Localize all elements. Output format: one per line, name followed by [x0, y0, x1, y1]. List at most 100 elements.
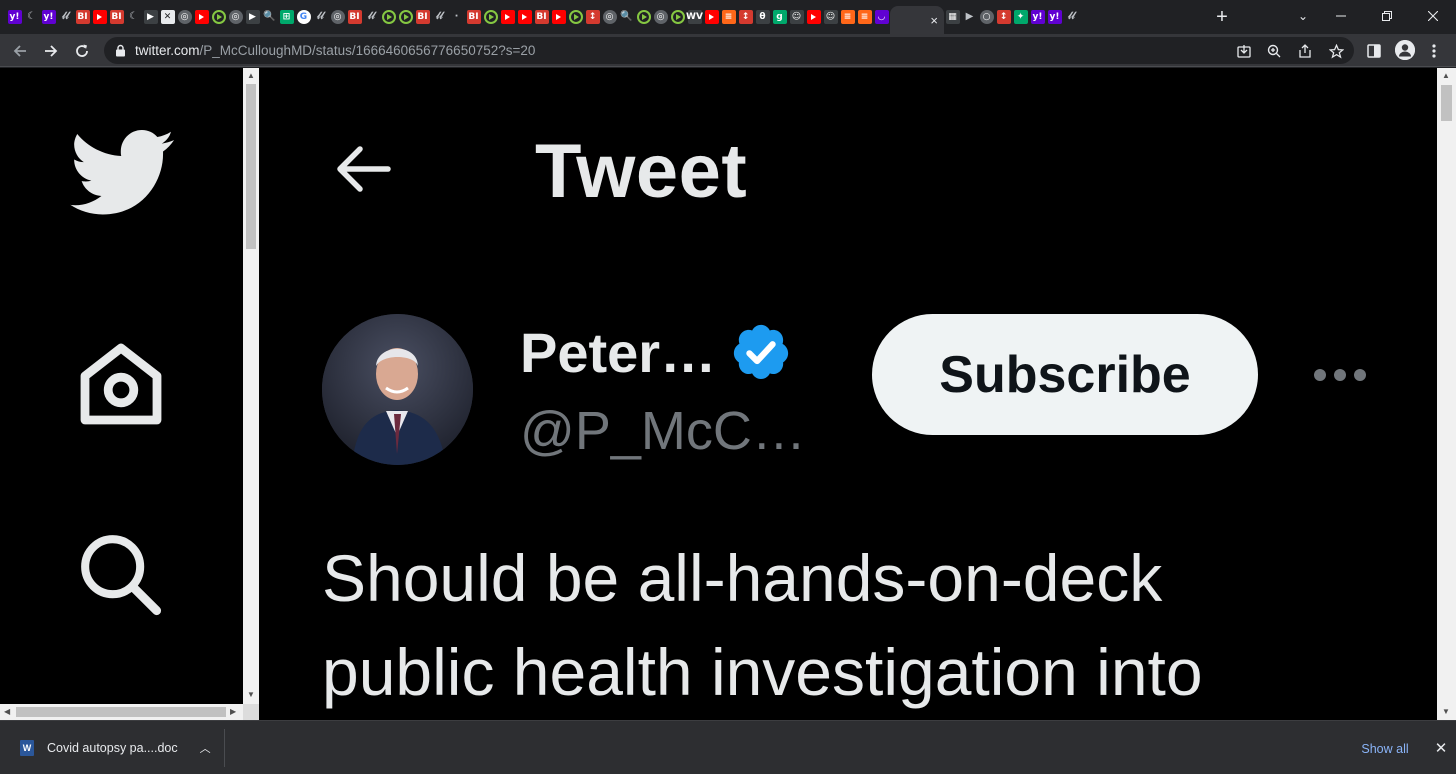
browser-tab[interactable]: θ: [754, 6, 771, 28]
browser-tab[interactable]: ▶: [142, 6, 159, 28]
scroll-left-arrow-icon[interactable]: ◀: [4, 708, 10, 716]
scrollbar-thumb[interactable]: [16, 707, 226, 717]
browser-tab[interactable]: [805, 6, 822, 28]
left-pane-vertical-scrollbar[interactable]: ▲ ▼: [243, 68, 259, 704]
browser-tab[interactable]: [91, 6, 108, 28]
scroll-up-arrow-icon[interactable]: ▲: [247, 72, 255, 80]
forward-button[interactable]: [38, 38, 64, 64]
browser-tab[interactable]: BI: [74, 6, 91, 28]
active-browser-tab[interactable]: ×: [890, 6, 944, 34]
zoom-icon[interactable]: [1265, 42, 1283, 60]
browser-tab[interactable]: y!: [40, 6, 57, 28]
browser-tab[interactable]: y!: [6, 6, 23, 28]
browser-tab[interactable]: 𝓁𝓁: [1063, 6, 1080, 28]
profile-avatar-icon[interactable]: [1395, 40, 1415, 60]
side-panel-icon[interactable]: [1364, 41, 1384, 61]
show-all-button[interactable]: Show all: [1352, 736, 1418, 762]
scroll-down-arrow-icon[interactable]: ▼: [247, 691, 255, 699]
browser-tab[interactable]: [635, 6, 652, 28]
browser-tab[interactable]: BI: [533, 6, 550, 28]
browser-tab[interactable]: [567, 6, 584, 28]
browser-tab[interactable]: ◎: [652, 6, 669, 28]
browser-tab[interactable]: ☾: [125, 6, 142, 28]
browser-tab[interactable]: y!: [1029, 6, 1046, 28]
browser-tab[interactable]: ⊞: [278, 6, 295, 28]
browser-tab[interactable]: ▶: [244, 6, 261, 28]
browser-tab[interactable]: ▦: [944, 6, 961, 28]
browser-tab[interactable]: ≡: [839, 6, 856, 28]
browser-tab[interactable]: ↕: [995, 6, 1012, 28]
share-icon[interactable]: [1296, 42, 1314, 60]
scroll-up-arrow-icon[interactable]: ▲: [1442, 72, 1450, 80]
browser-tab[interactable]: ✦: [1012, 6, 1029, 28]
subscribe-button[interactable]: Subscribe: [872, 314, 1258, 435]
browser-tab[interactable]: g: [771, 6, 788, 28]
download-item[interactable]: W Covid autopsy pa....doc ︿: [12, 729, 211, 767]
scroll-down-arrow-icon[interactable]: ▼: [1442, 708, 1450, 716]
minimize-button[interactable]: [1318, 0, 1364, 32]
left-pane-horizontal-scrollbar[interactable]: ◀ ▶: [0, 704, 243, 720]
scrollbar-thumb[interactable]: [1441, 85, 1452, 121]
main-vertical-scrollbar[interactable]: ▲ ▼: [1437, 68, 1456, 720]
scrollbar-thumb[interactable]: [246, 84, 256, 249]
back-arrow-icon[interactable]: [332, 144, 392, 194]
url-text[interactable]: twitter.com/P_McCulloughMD/status/166646…: [135, 43, 535, 58]
browser-tab[interactable]: [210, 6, 227, 28]
browser-tab[interactable]: ◡: [873, 6, 890, 28]
browser-tab[interactable]: [193, 6, 210, 28]
browser-tab[interactable]: [482, 6, 499, 28]
restore-button[interactable]: [1364, 0, 1410, 32]
tab-close-icon[interactable]: ×: [930, 13, 938, 28]
browser-tab[interactable]: BI: [346, 6, 363, 28]
address-bar[interactable]: twitter.com/P_McCulloughMD/status/166646…: [104, 37, 1354, 64]
browser-tab[interactable]: ☾: [23, 6, 40, 28]
browser-tab[interactable]: ↕: [737, 6, 754, 28]
browser-tab[interactable]: 𝓁𝓁: [57, 6, 74, 28]
tab-search-icon[interactable]: ⌄: [1292, 6, 1314, 26]
browser-tab[interactable]: 🔍: [618, 6, 635, 28]
browser-tab[interactable]: ≡: [856, 6, 873, 28]
browser-tab[interactable]: ☺: [788, 6, 805, 28]
browser-tab[interactable]: BI: [414, 6, 431, 28]
browser-tab[interactable]: 𝓁𝓁: [312, 6, 329, 28]
browser-tab[interactable]: WV: [686, 6, 703, 28]
browser-tab[interactable]: y!: [1046, 6, 1063, 28]
browser-tab[interactable]: ◎: [176, 6, 193, 28]
browser-tab[interactable]: G: [295, 6, 312, 28]
browser-tab[interactable]: ✕: [159, 6, 176, 28]
author-display-name[interactable]: Peter…: [520, 320, 716, 385]
browser-tab[interactable]: [380, 6, 397, 28]
home-icon[interactable]: [72, 338, 170, 426]
browser-tab[interactable]: ○: [978, 6, 995, 28]
back-button[interactable]: [7, 38, 33, 64]
close-window-button[interactable]: [1410, 0, 1456, 32]
browser-tab[interactable]: ≡: [720, 6, 737, 28]
avatar[interactable]: [322, 314, 473, 465]
browser-tab[interactable]: BI: [108, 6, 125, 28]
search-icon[interactable]: [76, 530, 164, 618]
browser-tab[interactable]: ↕: [584, 6, 601, 28]
twitter-bird-logo-icon[interactable]: [68, 130, 178, 218]
browser-tab[interactable]: 𝓁𝓁: [363, 6, 380, 28]
new-tab-button[interactable]: +: [1212, 7, 1232, 27]
browser-tab[interactable]: [703, 6, 720, 28]
browser-tab[interactable]: ◎: [601, 6, 618, 28]
lock-icon[interactable]: [114, 44, 127, 57]
reload-button[interactable]: [69, 38, 95, 64]
verified-badge-icon[interactable]: [730, 321, 792, 383]
browser-tab[interactable]: ◎: [329, 6, 346, 28]
browser-tab[interactable]: 𝓁𝓁: [431, 6, 448, 28]
browser-tab[interactable]: ◎: [227, 6, 244, 28]
close-icon[interactable]: ✕: [1430, 737, 1452, 759]
browser-tab[interactable]: 🔍: [261, 6, 278, 28]
browser-tab[interactable]: ·: [448, 6, 465, 28]
scroll-right-arrow-icon[interactable]: ▶: [230, 708, 236, 716]
browser-tab[interactable]: [397, 6, 414, 28]
browser-tab[interactable]: [550, 6, 567, 28]
browser-tab[interactable]: [499, 6, 516, 28]
install-app-icon[interactable]: [1235, 42, 1253, 60]
browser-tab[interactable]: BI: [465, 6, 482, 28]
more-options-icon[interactable]: [1311, 368, 1371, 382]
chevron-up-icon[interactable]: ︿: [200, 740, 211, 756]
browser-tab[interactable]: ☺: [822, 6, 839, 28]
